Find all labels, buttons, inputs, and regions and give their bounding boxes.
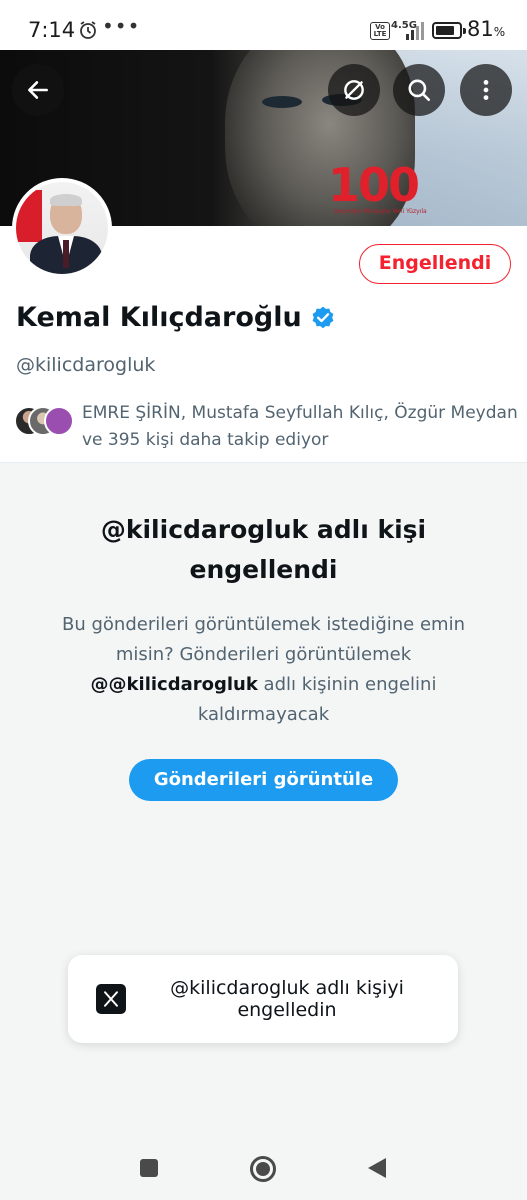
recents-button[interactable] xyxy=(140,1159,158,1177)
followers-text: EMRE ŞİRİN, Mustafa Seyfullah Kılıç, Özg… xyxy=(82,403,518,450)
search-icon xyxy=(408,79,431,102)
profile-name-row: Kemal Kılıçdaroğlu xyxy=(16,302,336,333)
toast-notification: @kilicdarogluk adlı kişiyi engelledin xyxy=(68,955,458,1043)
volte-icon: Vo LTE xyxy=(370,22,390,40)
explore-button[interactable] xyxy=(328,64,380,116)
home-button[interactable] xyxy=(250,1156,276,1182)
more-button[interactable] xyxy=(460,64,512,116)
avatar[interactable] xyxy=(12,178,112,278)
signal-icon xyxy=(406,22,424,40)
status-overflow-dots: ••• xyxy=(102,14,141,38)
blocked-button[interactable]: Engellendi xyxy=(359,244,511,284)
compass-slash-icon xyxy=(344,80,364,100)
profile-handle: @kilicdarogluk xyxy=(16,354,156,376)
blocked-description: Bu gönderileri görüntülemek istediğine e… xyxy=(62,614,465,725)
more-vertical-icon xyxy=(483,80,489,100)
x-logo-icon xyxy=(96,984,126,1014)
battery-icon xyxy=(432,22,466,39)
banner-number: 100 xyxy=(328,158,420,212)
alarm-icon xyxy=(80,21,96,39)
blocked-handle: @@kilicdarogluk xyxy=(90,674,258,695)
banner-tagline: Geçmişin Mirasıyla Yeni Yüzyıla xyxy=(334,208,427,215)
system-nav-bar xyxy=(0,1135,527,1200)
battery-percent: 81% xyxy=(467,17,506,41)
search-button[interactable] xyxy=(393,64,445,116)
follower-avatar xyxy=(44,406,74,436)
back-button[interactable] xyxy=(12,64,64,116)
toast-text: @kilicdarogluk adlı kişiyi engelledin xyxy=(170,977,404,1021)
back-nav-button[interactable] xyxy=(368,1158,386,1178)
status-bar: 7:14 ••• Vo LTE 4.5G 81% xyxy=(0,0,527,56)
view-posts-button[interactable]: Gönderileri görüntüle xyxy=(129,759,398,801)
blocked-title: @kilicdarogluk adlı kişi engellendi xyxy=(100,515,427,584)
verified-badge-icon[interactable] xyxy=(310,305,336,331)
status-time: 7:14 xyxy=(28,18,76,42)
profile-name: Kemal Kılıçdaroğlu xyxy=(16,302,302,333)
arrow-left-icon xyxy=(28,81,48,99)
